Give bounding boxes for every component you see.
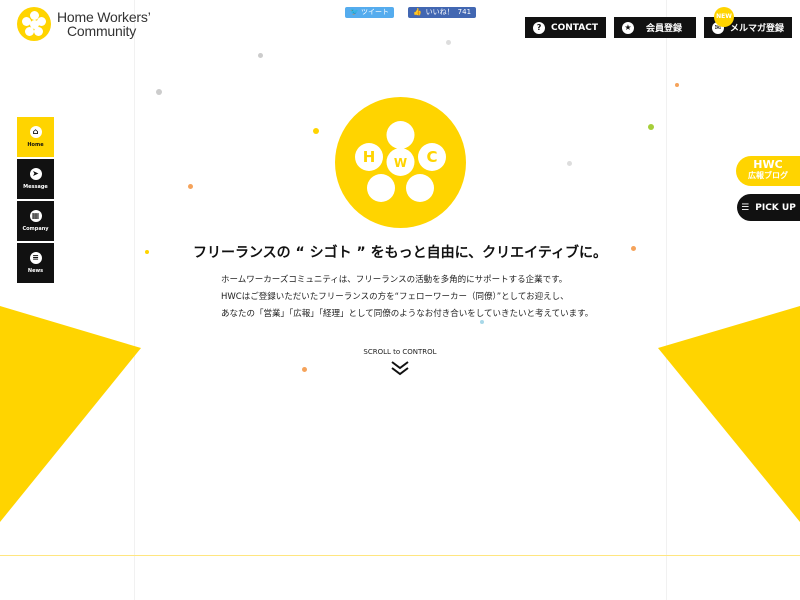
right-yellow-triangle <box>658 306 800 522</box>
description-line: HWCはご登録いただいたフリーランスの方を“フェローワーカー（同僚）”としてお迎… <box>221 292 569 302</box>
sidenav-item-company[interactable]: ▦ Company <box>17 201 54 241</box>
decor-dot <box>313 128 319 134</box>
hero-tagline: フリーランスの “ シゴト ” をもっと自由に、クリエイティブに。 <box>192 245 608 261</box>
section-divider <box>0 555 800 556</box>
hwc-emblem: H W C <box>335 97 466 228</box>
pickup-label: PICK UP <box>755 202 796 213</box>
sidenav-label: News <box>27 268 44 274</box>
blog-tab-line2: 広報ブログ <box>748 171 788 180</box>
register-label: 会員登録 <box>645 24 682 34</box>
hwc-flower-icon: H W C <box>355 121 446 202</box>
top-navigation: ? CONTACT ★ 会員登録 NEW ✉ メルマガ登録 <box>525 7 792 38</box>
register-button[interactable]: ★ 会員登録 <box>613 17 696 38</box>
building-icon: ▦ <box>29 210 42 222</box>
pickup-tab[interactable]: ☰ PICK UP <box>737 194 800 221</box>
decor-dot <box>567 161 572 166</box>
description-line: ホームワーカーズコミュニティは、フリーランスの活動を多角的にサポートする企業です… <box>221 275 568 285</box>
star-icon: ★ <box>621 21 634 34</box>
decor-dot <box>446 40 451 45</box>
logo-flower-icon <box>17 7 51 41</box>
hero-description: ホームワーカーズコミュニティは、フリーランスの活動を多角的にサポートする企業です… <box>221 272 593 323</box>
site-logo[interactable]: Home Workers’ Community <box>17 7 151 41</box>
twitter-bird-icon: 🐦 <box>350 8 359 16</box>
paper-plane-icon: ➤ <box>29 168 42 180</box>
blog-tab[interactable]: HWC 広報ブログ <box>736 156 800 186</box>
social-share: 🐦 ツイート 👍 いいね！ 741 <box>345 7 477 18</box>
like-button[interactable]: 👍 いいね！ 741 <box>407 7 477 18</box>
decor-dot <box>302 367 307 372</box>
logo-line-2: Community <box>67 23 136 39</box>
decor-dot <box>156 89 162 95</box>
emblem-letter-c: C <box>426 148 437 166</box>
emblem-letter-h: H <box>363 148 376 166</box>
left-yellow-triangle <box>0 306 141 522</box>
new-badge: NEW <box>713 7 734 27</box>
tweet-button[interactable]: 🐦 ツイート <box>345 7 394 18</box>
logo-wordmark: Home Workers’ Community <box>57 10 151 38</box>
decor-dot <box>648 124 654 130</box>
contact-label: CONTACT <box>551 22 598 33</box>
sidenav-label: Company <box>22 226 49 232</box>
emblem-letter-w: W <box>394 156 407 170</box>
home-icon: ⌂ <box>29 126 42 138</box>
mailmag-button[interactable]: NEW ✉ メルマガ登録 <box>703 7 792 38</box>
blog-tab-line1: HWC <box>753 158 783 171</box>
tweet-label: ツイート <box>360 8 389 16</box>
list-icon: ☰ <box>741 202 750 213</box>
mailmag-label: メルマガ登録 <box>729 24 784 34</box>
decor-dot <box>675 83 679 87</box>
contact-button[interactable]: ? CONTACT <box>525 17 606 38</box>
thumbs-up-icon: 👍 <box>412 8 422 16</box>
double-chevron-down-icon[interactable] <box>390 360 410 376</box>
like-count: 741 <box>457 8 472 16</box>
sidenav-item-message[interactable]: ➤ Message <box>17 159 54 199</box>
question-icon: ? <box>533 21 546 34</box>
scroll-label: SCROLL to CONTROL <box>363 348 437 356</box>
sidenav-item-home[interactable]: ⌂ Home <box>17 117 54 157</box>
sidenav-label: Message <box>23 184 48 190</box>
description-line: あなたの「営業」「広報」「経理」として同僚のようなお付き合いをしていきたいと考え… <box>221 309 594 319</box>
decor-dot <box>188 184 193 189</box>
sidenav-label: Home <box>27 142 44 148</box>
logo-line-1: Home Workers’ <box>57 9 151 25</box>
decor-dot <box>258 53 263 58</box>
like-label: いいね！ <box>425 8 454 16</box>
